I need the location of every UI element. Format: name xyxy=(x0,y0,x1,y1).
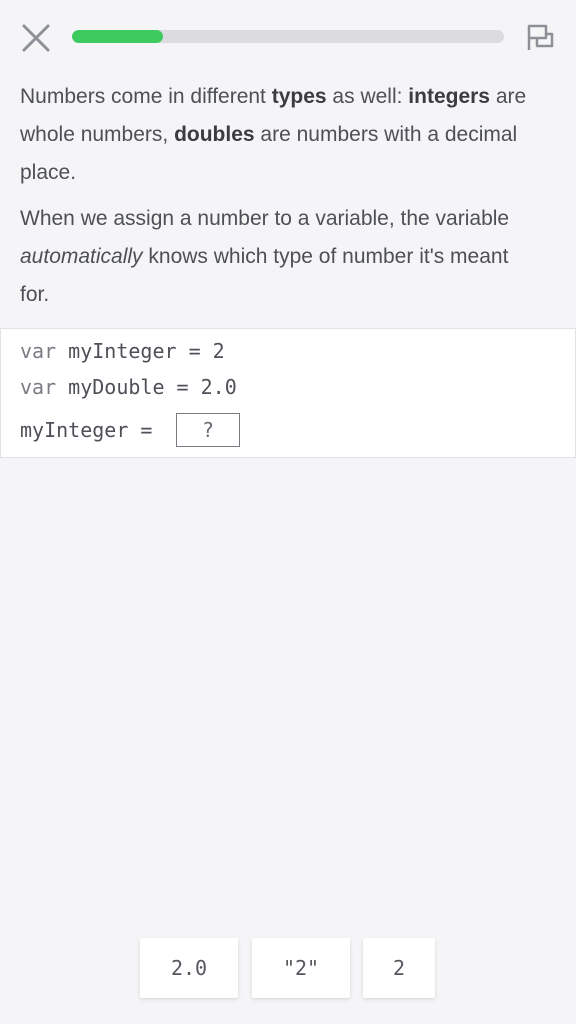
instruction-paragraph-1: Numbers come in different types as well:… xyxy=(20,78,540,192)
answer-blank[interactable]: ? xyxy=(176,413,240,447)
top-bar xyxy=(0,0,576,74)
report-flag-icon[interactable] xyxy=(522,20,556,54)
bold-term-types: types xyxy=(271,85,327,108)
code-text: myInteger = 2 xyxy=(56,339,225,363)
code-panel: var myInteger = 2 var myDouble = 2.0 myI… xyxy=(0,328,576,458)
code-keyword: var xyxy=(20,375,57,399)
progress-bar xyxy=(72,30,504,43)
close-icon[interactable] xyxy=(20,22,52,54)
text-segment: as well: xyxy=(326,85,409,108)
option-button[interactable]: "2" xyxy=(252,938,350,998)
code-text: myInteger = xyxy=(20,418,165,442)
code-line-2: var myDouble = 2.0 xyxy=(20,375,237,399)
progress-fill xyxy=(72,30,163,43)
bold-term-integers: integers xyxy=(408,85,490,108)
text-segment: Numbers come in different xyxy=(20,85,272,108)
instruction-paragraph-2: When we assign a number to a variable, t… xyxy=(20,200,540,314)
code-line-1: var myInteger = 2 xyxy=(20,339,225,363)
code-line-3: myInteger = xyxy=(20,418,165,442)
lesson-instructions: Numbers come in different types as well:… xyxy=(20,78,540,322)
text-segment: When we assign a number to a variable, t… xyxy=(20,207,510,230)
answer-options: 2.0 "2" 2 xyxy=(0,938,576,998)
code-text: myDouble = 2.0 xyxy=(56,375,237,399)
code-keyword: var xyxy=(20,339,57,363)
bold-term-doubles: doubles xyxy=(174,123,255,146)
option-button[interactable]: 2.0 xyxy=(140,938,238,998)
option-button[interactable]: 2 xyxy=(363,938,435,998)
italic-term-automatically: automatically xyxy=(20,245,143,268)
